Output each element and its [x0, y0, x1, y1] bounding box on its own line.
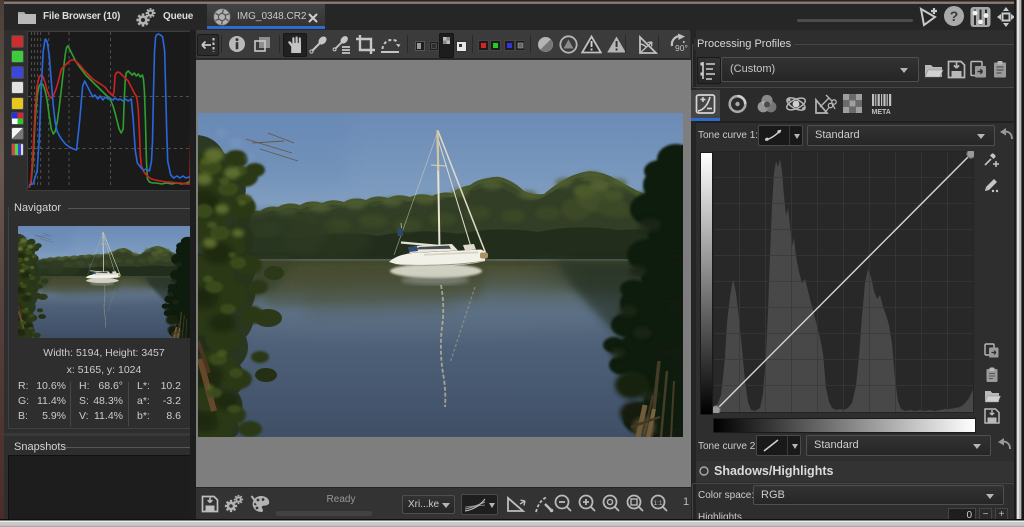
svg-text:1:1: 1:1 [653, 500, 662, 507]
svg-text:META: META [872, 109, 891, 115]
